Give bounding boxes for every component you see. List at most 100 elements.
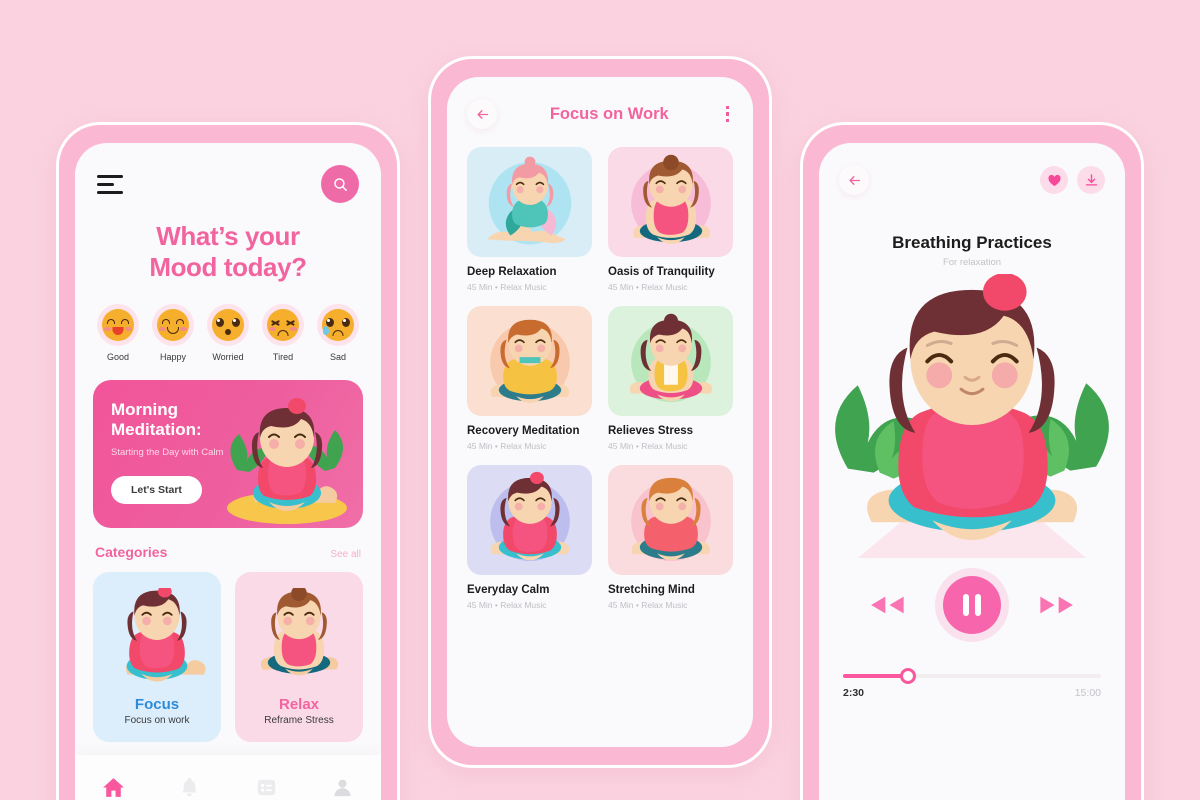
mood-label: Tired [272,352,294,363]
session-card-everyday-calm[interactable]: Everyday Calm 45 Min • Relax Music [467,465,592,610]
category-image [235,584,363,692]
session-thumbnail [608,147,733,257]
categories-row: Focus Focus on work Relax Reframe Stress [75,560,381,743]
session-name: Everyday Calm [467,584,550,596]
back-button[interactable] [839,165,869,195]
mood-label: Good [106,352,130,363]
hamburger-icon[interactable] [97,174,123,194]
search-icon [333,177,347,191]
session-meta: 45 Min • Relax Music [608,600,733,610]
session-meta: 45 Min • Relax Music [467,282,592,292]
session-meta: 45 Min • Relax Music [467,600,592,610]
current-time: 2:30 [843,687,865,699]
category-description: Focus on work [124,715,190,727]
category-card-relax[interactable]: Relax Reframe Stress [235,572,363,743]
progress-section: 2:30 15:00 [819,634,1125,699]
player-header [819,143,1125,195]
session-name: Recovery Meditation [467,425,580,437]
rewind-button[interactable] [867,594,907,616]
progress-fill [843,674,908,678]
pause-button[interactable] [943,576,1001,634]
session-category: Relax Music [641,441,688,451]
session-meta: 45 Min • Relax Music [608,441,733,451]
page-title: What’s your Mood today? [75,221,381,282]
categories-header: Categories See all [75,528,381,560]
recovery-girl-illustration [489,319,570,403]
morning-meditation-banner[interactable]: Morning Meditation: Starting the Day wit… [93,380,363,529]
see-all-link[interactable]: See all [330,549,361,560]
session-name: Deep Relaxation [467,266,557,278]
lets-start-button[interactable]: Let's Start [111,476,202,505]
progress-times: 2:30 15:00 [843,687,1101,699]
rewind-icon [871,596,904,614]
progress-knob[interactable] [899,668,916,684]
track-subtitle: For relaxation [942,257,1002,268]
mood-option-sad[interactable]: Sad [313,304,363,362]
download-button[interactable] [1077,166,1105,194]
total-time: 15:00 [1074,687,1101,699]
session-card-oasis-of-tranquility[interactable]: Oasis of Tranquility 45 Min • Relax Musi… [608,147,733,292]
emoji-tired-icon [267,309,299,342]
session-card-stretching-mind[interactable]: Stretching Mind 45 Min • Relax Music [608,465,733,610]
session-thumbnail [467,306,592,416]
session-duration: 45 Min [608,600,634,610]
download-icon [1085,173,1097,186]
stretching-girl-illustration [486,156,571,245]
canvas: What’s your Mood today? Good Happy Worri… [0,0,1200,800]
session-thumbnail [467,147,592,257]
meditating-girl-large-illustration [835,273,1109,559]
phone-player-frame: Breathing Practices For relaxation 2:30 … [800,122,1144,800]
session-category: Relax Music [641,600,688,610]
forward-button[interactable] [1037,594,1077,616]
everyday-calm-girl-illustration [489,471,570,562]
fast-forward-icon [1040,596,1073,614]
title-line-2: Mood today? [149,251,307,282]
session-thumbnail [608,465,733,575]
session-name: Oasis of Tranquility [608,266,715,278]
mood-option-happy[interactable]: Happy [148,304,198,362]
mood-option-good[interactable]: Good [93,304,143,362]
mood-ring [262,304,304,347]
tab-profile[interactable] [323,767,363,800]
heart-icon [1047,174,1061,186]
session-category: Relax Music [500,441,547,451]
tab-notifications[interactable] [170,767,210,800]
session-card-recovery-meditation[interactable]: Recovery Meditation 45 Min • Relax Music [467,306,592,451]
stretching-mind-girl-illustration [630,477,711,562]
mood-option-tired[interactable]: Tired [258,304,308,362]
player-actions [1040,166,1105,194]
mood-label: Sad [329,352,346,363]
session-duration: 45 Min [467,282,493,292]
phone-home-frame: What’s your Mood today? Good Happy Worri… [56,122,400,800]
pause-icon [960,594,984,616]
relieves-stress-girl-illustration [629,313,712,403]
category-name: Focus [134,696,180,714]
session-category: Relax Music [500,600,547,610]
phone-list-screen: Focus on Work Deep Relaxation 45 Min • R… [447,77,753,747]
tab-home[interactable] [93,767,133,800]
tab-list[interactable] [246,767,286,800]
meditating-girl-illustration [227,398,347,525]
mood-ring [317,304,359,347]
favorite-button[interactable] [1040,166,1068,194]
category-image [93,584,221,692]
mood-ring [152,304,194,347]
session-card-relieves-stress[interactable]: Relieves Stress 45 Min • Relax Music [608,306,733,451]
list-header: Focus on Work [447,77,753,129]
session-name: Relieves Stress [608,425,694,437]
back-button[interactable] [467,99,497,129]
mood-label: Worried [212,352,244,363]
session-separator: • [494,282,498,292]
session-meta: 45 Min • Relax Music [608,282,733,292]
mood-option-worried[interactable]: Worried [203,304,253,362]
search-button[interactable] [321,165,359,203]
player-illustration-area [819,273,1125,562]
progress-track[interactable] [843,668,1101,684]
session-card-deep-relaxation[interactable]: Deep Relaxation 45 Min • Relax Music [467,147,592,292]
session-separator: • [635,282,639,292]
category-card-focus[interactable]: Focus Focus on work [93,572,221,743]
more-vertical-icon[interactable] [722,102,734,127]
back-arrow-icon [476,109,488,119]
session-meta: 45 Min • Relax Music [467,441,592,451]
phone-player-screen: Breathing Practices For relaxation 2:30 … [819,143,1125,800]
